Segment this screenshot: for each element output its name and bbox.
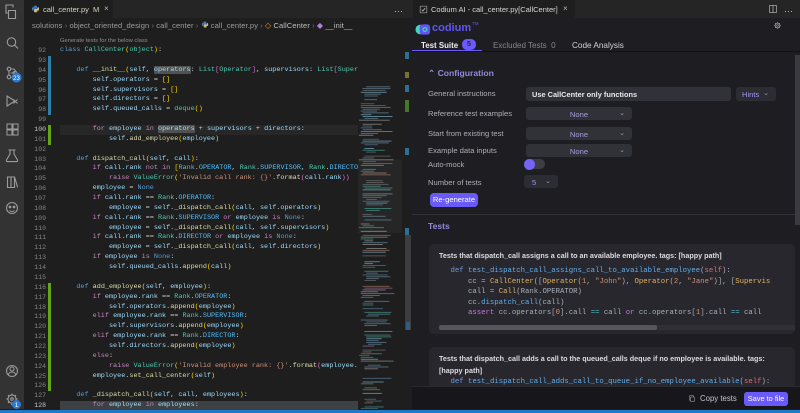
svg-text:23: 23 xyxy=(13,76,20,82)
svg-text:1: 1 xyxy=(15,402,19,409)
